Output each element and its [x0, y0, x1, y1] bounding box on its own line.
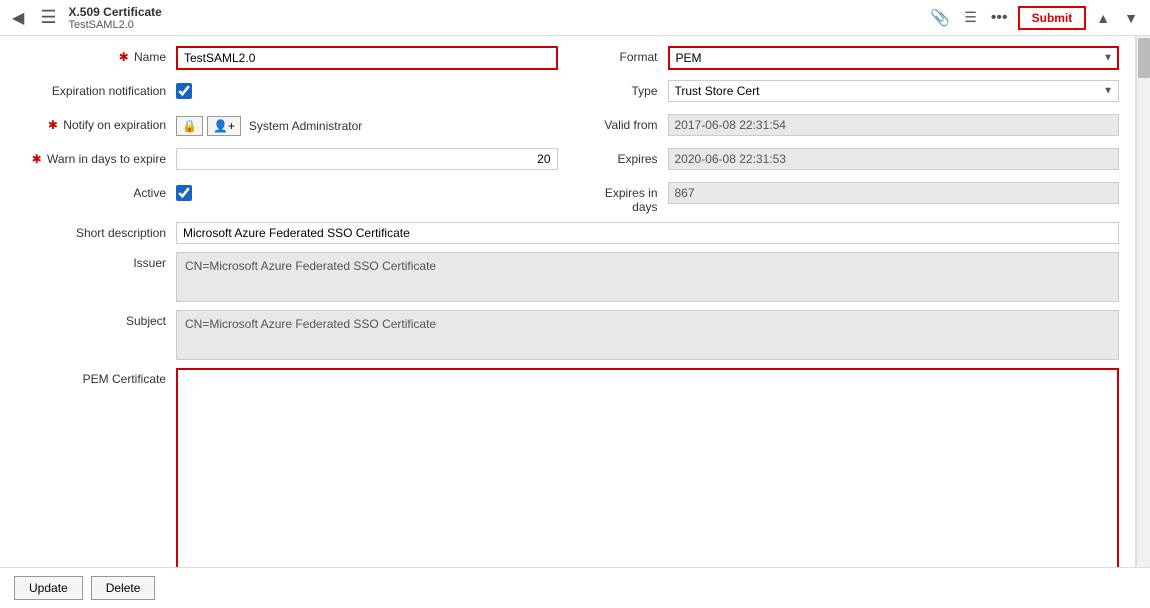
expires-field: [668, 148, 1120, 170]
short-desc-input[interactable]: [176, 222, 1119, 244]
expires-label: Expires: [578, 148, 668, 166]
notify-value: System Administrator: [249, 119, 362, 133]
format-section: Format PEM DER PKCS12 ▼: [558, 46, 1120, 70]
valid-from-section: Valid from: [558, 114, 1120, 136]
issuer-value: CN=Microsoft Azure Federated SSO Certifi…: [176, 252, 1119, 302]
type-select-wrapper: Trust Store Cert Client Cert Server Cert…: [668, 80, 1120, 102]
window-title: X.509 Certificate: [68, 5, 161, 19]
row-subject: Subject CN=Microsoft Azure Federated SSO…: [16, 310, 1119, 360]
pem-cert-field: [176, 368, 1119, 567]
row-name-format: ✱ Name Format PEM DER PKCS1: [16, 46, 1119, 72]
pem-cert-textarea[interactable]: [176, 368, 1119, 567]
pem-cert-label: PEM Certificate: [16, 368, 176, 386]
notify-lock-button[interactable]: 🔒: [176, 116, 203, 136]
submit-button[interactable]: Submit: [1018, 6, 1087, 30]
scrollbar-track[interactable]: [1136, 36, 1150, 567]
short-desc-field: [176, 222, 1119, 244]
row-active-expiresindays: Active Expires in days: [16, 182, 1119, 214]
type-field: Trust Store Cert Client Cert Server Cert…: [668, 80, 1120, 102]
expires-in-days-input: [668, 182, 1120, 204]
name-input[interactable]: [176, 46, 558, 70]
expiration-notification-field: [176, 80, 558, 99]
warn-days-input[interactable]: [176, 148, 558, 170]
type-section: Type Trust Store Cert Client Cert Server…: [558, 80, 1120, 102]
settings-button[interactable]: ☰: [960, 7, 981, 28]
issuer-label: Issuer: [16, 252, 176, 270]
active-checkbox[interactable]: [176, 185, 192, 201]
scrollbar-thumb[interactable]: [1138, 38, 1150, 78]
main-content: ✱ Name Format PEM DER PKCS1: [0, 36, 1150, 567]
update-button[interactable]: Update: [14, 576, 83, 600]
name-section: ✱ Name: [16, 46, 558, 70]
expires-in-days-label: Expires in days: [578, 182, 668, 214]
name-label: ✱ Name: [16, 46, 176, 64]
top-bar-left: ◀ ☰ X.509 Certificate TestSAML2.0: [8, 5, 162, 31]
bottom-bar: Update Delete: [0, 567, 1150, 608]
expires-in-days-field: [668, 182, 1120, 204]
row-expiration-type: Expiration notification Type Trust Store…: [16, 80, 1119, 106]
expiration-notification-label: Expiration notification: [16, 80, 176, 98]
warn-days-field: [176, 148, 558, 170]
issuer-field: CN=Microsoft Azure Federated SSO Certifi…: [176, 252, 1119, 302]
row-notify-validfrom: ✱ Notify on expiration 🔒 👤+ System Admin…: [16, 114, 1119, 140]
subject-field: CN=Microsoft Azure Federated SSO Certifi…: [176, 310, 1119, 360]
top-bar: ◀ ☰ X.509 Certificate TestSAML2.0 📎 ☰ ••…: [0, 0, 1150, 36]
type-label: Type: [578, 80, 668, 98]
expiration-notification-section: Expiration notification: [16, 80, 558, 99]
top-bar-title: X.509 Certificate TestSAML2.0: [68, 5, 161, 31]
row-warn-expires: ✱ Warn in days to expire Expires: [16, 148, 1119, 174]
valid-from-input: [668, 114, 1120, 136]
back-button[interactable]: ◀: [8, 6, 28, 30]
short-desc-label: Short description: [16, 222, 176, 240]
menu-button[interactable]: ☰: [36, 5, 60, 30]
name-field: [176, 46, 558, 70]
row-short-desc: Short description: [16, 222, 1119, 244]
valid-from-field: [668, 114, 1120, 136]
arrow-up-button[interactable]: ▲: [1092, 8, 1114, 28]
delete-button[interactable]: Delete: [91, 576, 156, 600]
expires-input: [668, 148, 1120, 170]
form-area: ✱ Name Format PEM DER PKCS1: [0, 36, 1136, 567]
type-select[interactable]: Trust Store Cert Client Cert Server Cert: [668, 80, 1120, 102]
warn-days-label: ✱ Warn in days to expire: [16, 148, 176, 166]
row-issuer: Issuer CN=Microsoft Azure Federated SSO …: [16, 252, 1119, 302]
format-label: Format: [578, 46, 668, 64]
format-select[interactable]: PEM DER PKCS12: [668, 46, 1120, 70]
notify-section: ✱ Notify on expiration 🔒 👤+ System Admin…: [16, 114, 558, 136]
notify-field: 🔒 👤+ System Administrator: [176, 114, 558, 136]
expires-section: Expires: [558, 148, 1120, 170]
active-section: Active: [16, 182, 558, 201]
expires-in-days-section: Expires in days: [558, 182, 1120, 214]
row-pem-cert: PEM Certificate: [16, 368, 1119, 567]
top-bar-right: 📎 ☰ ••• Submit ▲ ▼: [926, 6, 1142, 30]
more-button[interactable]: •••: [987, 7, 1012, 29]
active-label: Active: [16, 182, 176, 200]
format-select-wrapper: PEM DER PKCS12 ▼: [668, 46, 1120, 70]
warn-days-section: ✱ Warn in days to expire: [16, 148, 558, 170]
expiration-notification-checkbox[interactable]: [176, 83, 192, 99]
valid-from-label: Valid from: [578, 114, 668, 132]
attachment-button[interactable]: 📎: [926, 6, 954, 30]
arrow-down-button[interactable]: ▼: [1120, 8, 1142, 28]
subject-label: Subject: [16, 310, 176, 328]
notify-label: ✱ Notify on expiration: [16, 114, 176, 132]
active-field: [176, 182, 558, 201]
window-subtitle: TestSAML2.0: [68, 19, 161, 31]
notify-adduser-button[interactable]: 👤+: [207, 116, 241, 136]
format-field: PEM DER PKCS12 ▼: [668, 46, 1120, 70]
subject-value: CN=Microsoft Azure Federated SSO Certifi…: [176, 310, 1119, 360]
